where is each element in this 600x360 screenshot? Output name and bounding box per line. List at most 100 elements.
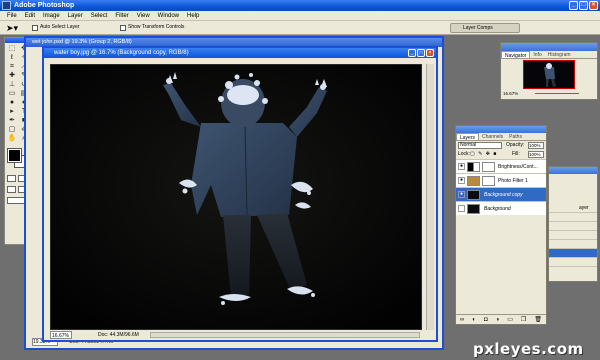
- tab-navigator[interactable]: Navigator: [501, 51, 531, 59]
- layer-name: Background copy: [484, 192, 523, 198]
- pen-tool-icon[interactable]: ✒: [6, 116, 18, 125]
- menu-edit[interactable]: Edit: [21, 11, 39, 20]
- tab-info[interactable]: Info: [530, 51, 544, 58]
- navigator-preview: [524, 61, 574, 88]
- layer-mask-thumb[interactable]: [482, 162, 495, 172]
- trash-icon[interactable]: 🗑: [534, 315, 542, 324]
- doc-maximize-button[interactable]: □: [417, 49, 425, 57]
- lock-icons[interactable]: ▢ ✎ ✥ ■: [470, 150, 497, 159]
- notes-tool-icon[interactable]: ▢: [6, 125, 18, 134]
- mask-icon[interactable]: ◘: [484, 315, 488, 324]
- clone-stamp-icon[interactable]: ⊥: [6, 80, 18, 89]
- app-title: Adobe Photoshop: [14, 2, 75, 9]
- navigator-zoom[interactable]: 16.67%: [503, 91, 518, 96]
- imageready-jump-icon[interactable]: [7, 197, 25, 204]
- site-watermark: pxleyes.com: [473, 340, 584, 358]
- show-transform-checkbox[interactable]: [120, 25, 126, 31]
- folder-icon[interactable]: ▭: [507, 315, 513, 324]
- history-row[interactable]: [549, 240, 597, 249]
- lock-label: Lock:: [458, 151, 470, 157]
- hand-tool-icon[interactable]: ✋: [6, 134, 18, 143]
- layers-panel: Layers Channels Paths Normal Opacity: 10…: [455, 125, 547, 325]
- canvas-horizontal-scrollbar[interactable]: [150, 332, 420, 338]
- crop-tool-icon[interactable]: ⌗: [6, 62, 18, 71]
- fill-input[interactable]: 100%: [528, 151, 544, 158]
- navigator-zoom-slider[interactable]: [535, 93, 579, 94]
- new-layer-icon[interactable]: ❐: [521, 315, 526, 324]
- move-tool-icon[interactable]: ➤▾: [6, 23, 22, 33]
- menu-help[interactable]: Help: [183, 11, 203, 20]
- layers-tabs: Layers Channels Paths: [456, 133, 546, 141]
- document-main-zoom[interactable]: 16.67%: [50, 331, 72, 339]
- standard-mode-icon[interactable]: [7, 175, 16, 182]
- show-transform-label: Show Transform Controls: [128, 24, 185, 30]
- canvas-vertical-scrollbar[interactable]: [426, 64, 434, 330]
- fx-icon[interactable]: ◐: [472, 315, 476, 324]
- image-canvas[interactable]: [50, 64, 422, 330]
- tab-channels[interactable]: Channels: [479, 133, 506, 140]
- opacity-input[interactable]: 100%: [528, 142, 544, 149]
- auto-select-checkbox[interactable]: [32, 25, 38, 31]
- menu-window[interactable]: Window: [154, 11, 183, 20]
- layer-name: Photo Filter 1: [498, 178, 528, 184]
- blend-mode-select[interactable]: Normal: [458, 142, 502, 149]
- doc-minimize-button[interactable]: _: [408, 49, 416, 57]
- document-window-main[interactable]: water boy.jpg @ 16.7% (Background copy, …: [42, 46, 438, 342]
- layer-row[interactable]: Background: [456, 201, 546, 215]
- visibility-eye-icon[interactable]: ●: [458, 191, 465, 198]
- doc-close-button[interactable]: ×: [426, 49, 434, 57]
- visibility-eye-icon[interactable]: ●: [458, 177, 465, 184]
- fill-label: Fill:: [512, 151, 520, 157]
- menu-view[interactable]: View: [133, 11, 154, 20]
- menu-select[interactable]: Select: [87, 11, 112, 20]
- layer-row[interactable]: ● Photo Filter 1: [456, 173, 546, 187]
- history-row[interactable]: [549, 258, 597, 267]
- navigator-thumbnail[interactable]: [523, 60, 575, 89]
- menu-filter[interactable]: Filter: [111, 11, 132, 20]
- foreground-color-swatch[interactable]: [7, 148, 22, 163]
- options-bar: ➤▾ Auto Select Layer Show Transform Cont…: [0, 21, 600, 35]
- document-main-titlebar[interactable]: water boy.jpg @ 16.7% (Background copy, …: [44, 48, 436, 58]
- layer-comps-tab[interactable]: Layer Comps: [450, 23, 520, 33]
- tab-layers[interactable]: Layers: [456, 133, 480, 141]
- layers-titlebar[interactable]: [456, 126, 546, 133]
- marquee-tool-icon[interactable]: ⬚: [6, 44, 18, 53]
- adjustment-icon[interactable]: ◑: [496, 315, 500, 324]
- eraser-tool-icon[interactable]: ▭: [6, 89, 18, 98]
- history-row[interactable]: [549, 222, 597, 231]
- history-panel: ayer: [548, 166, 598, 282]
- path-select-icon[interactable]: ▸: [6, 107, 18, 116]
- visibility-eye-icon[interactable]: [458, 205, 465, 212]
- link-icon[interactable]: ∞: [460, 315, 464, 324]
- document-window-controls: _ □ ×: [408, 49, 434, 57]
- lock-fill-row: Lock: ▢ ✎ ✥ ■ Fill: 100%: [456, 150, 546, 159]
- menu-layer[interactable]: Layer: [64, 11, 87, 20]
- history-row-selected[interactable]: [549, 249, 597, 258]
- lasso-tool-icon[interactable]: ℓ: [6, 53, 18, 62]
- history-row[interactable]: ayer: [549, 204, 597, 213]
- visibility-eye-icon[interactable]: ●: [458, 163, 465, 170]
- layers-footer: ∞ ◐ ◘ ◑ ▭ ❐ 🗑: [456, 314, 546, 324]
- close-button[interactable]: ×: [589, 1, 598, 10]
- navigator-tabs: Navigator Info Histogram: [501, 51, 597, 59]
- minimize-button[interactable]: _: [569, 1, 578, 10]
- layer-thumb: [467, 204, 480, 214]
- layer-mask-thumb[interactable]: [482, 176, 495, 186]
- history-row[interactable]: [549, 231, 597, 240]
- layer-row-selected[interactable]: ● Background copy: [456, 187, 546, 201]
- history-row[interactable]: [549, 213, 597, 222]
- maximize-button[interactable]: □: [579, 1, 588, 10]
- history-titlebar[interactable]: [549, 167, 597, 174]
- healing-brush-icon[interactable]: ✚: [6, 71, 18, 80]
- blend-opacity-row: Normal Opacity: 100%: [456, 141, 546, 150]
- tab-paths[interactable]: Paths: [506, 133, 525, 140]
- menu-image[interactable]: Image: [39, 11, 64, 20]
- tab-histogram[interactable]: Histogram: [545, 51, 574, 58]
- navigator-titlebar[interactable]: [501, 43, 597, 51]
- navigator-panel: Navigator Info Histogram 16.67%: [500, 42, 598, 100]
- photoshop-logo-icon: [2, 1, 11, 10]
- screen-mode-1-icon[interactable]: [7, 186, 16, 193]
- layer-row[interactable]: ● Brightness/Cont...: [456, 159, 546, 173]
- menu-file[interactable]: File: [3, 11, 21, 20]
- blur-tool-icon[interactable]: ●: [6, 98, 18, 107]
